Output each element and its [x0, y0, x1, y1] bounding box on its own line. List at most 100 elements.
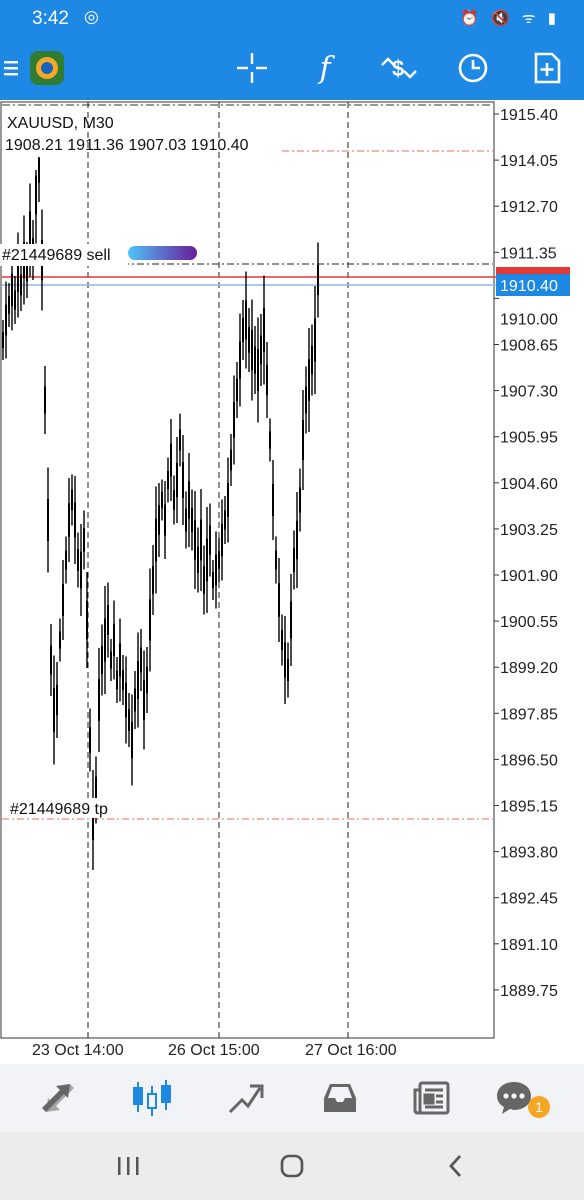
candle-body — [89, 727, 91, 753]
candle-body — [143, 680, 145, 720]
history-clock-icon[interactable] — [448, 36, 498, 100]
messages-badge-count: 1 — [535, 1099, 543, 1115]
new-order-icon[interactable] — [522, 36, 572, 100]
candle-body — [5, 304, 7, 336]
candle-body — [287, 659, 289, 681]
time-scale[interactable]: 23 Oct 14:00 26 Oct 15:00 27 Oct 16:00 — [32, 1042, 397, 1059]
crosshair-icon[interactable] — [227, 36, 277, 100]
candle-body — [317, 265, 319, 295]
price-tick-label: 1896.50 — [500, 752, 558, 769]
candle-body — [173, 490, 175, 510]
trade-nav-icon[interactable] — [216, 1064, 276, 1132]
price-tick-label: 1911.35 — [500, 245, 557, 262]
candle-body — [281, 629, 283, 651]
price-tick-label: 1889.75 — [500, 983, 558, 1000]
trade-icon[interactable]: $ — [374, 36, 424, 100]
price-tick-label: 1910.00 — [500, 311, 558, 328]
candle-body — [314, 318, 316, 362]
candle-body — [101, 645, 103, 675]
candle-body — [284, 642, 286, 678]
candle-body — [236, 378, 238, 402]
price-tick-label: 1899.20 — [500, 660, 558, 677]
candle-body — [131, 721, 133, 759]
candle-body — [257, 349, 259, 391]
tp-order-label: #21449689 tp — [10, 801, 108, 818]
candle-body — [29, 211, 31, 249]
candle-body — [248, 327, 250, 353]
candle-body — [254, 346, 256, 374]
candle-body — [137, 661, 139, 699]
candle-body — [218, 551, 220, 569]
price-tick-label: 1905.95 — [500, 430, 558, 447]
price-tick-label: 1891.10 — [500, 937, 558, 954]
candle-body — [125, 682, 127, 718]
history-icon[interactable] — [310, 1064, 370, 1132]
candle-body — [266, 364, 268, 396]
sell-profit-bar[interactable] — [128, 246, 197, 260]
candle-body — [20, 274, 22, 296]
candle-body — [191, 507, 193, 533]
symbol-header: XAUUSD, M30 — [7, 115, 114, 132]
candle-body — [260, 335, 262, 365]
price-chart[interactable]: XAUUSD, M30 1908.21 1911.36 1907.03 1910… — [0, 100, 584, 1060]
candle-body — [176, 462, 178, 498]
candle-body — [65, 550, 67, 570]
candle-body — [35, 175, 37, 215]
home-icon[interactable] — [272, 1150, 312, 1182]
candle-body — [68, 503, 70, 537]
quotes-icon[interactable] — [28, 1064, 88, 1132]
candle-body — [155, 518, 157, 562]
price-scale[interactable]: 1915.40 1914.05 1912.70 1911.35 1908.65 1907.… — [494, 107, 558, 1000]
candle-body — [86, 600, 88, 640]
whatsapp-notification-icon: ◎ — [84, 7, 99, 26]
candle-body — [209, 525, 211, 555]
candle-body — [215, 554, 217, 586]
news-icon[interactable] — [402, 1064, 462, 1132]
candle-body — [128, 709, 130, 731]
candle-body — [83, 528, 85, 552]
price-tick-label: 1901.90 — [500, 568, 558, 585]
candle-body — [152, 566, 154, 594]
svg-text:$: $ — [392, 56, 404, 81]
candle-body — [11, 273, 13, 307]
candle-body — [302, 420, 304, 460]
price-tick-label: 1915.40 — [500, 107, 558, 124]
candle-body — [170, 443, 172, 477]
candle-body — [290, 601, 292, 639]
candle-body — [239, 341, 241, 379]
candle-body — [2, 332, 4, 348]
indicators-icon[interactable]: f — [300, 36, 350, 100]
time-tick-label: 23 Oct 14:00 — [32, 1042, 124, 1059]
candle-body — [47, 499, 49, 541]
candle-body — [188, 481, 190, 519]
candle-body — [38, 157, 40, 183]
candle-body — [269, 431, 271, 449]
candle-body — [203, 566, 205, 594]
candle-body — [311, 345, 313, 375]
candle-body — [77, 549, 79, 571]
recent-apps-icon[interactable] — [108, 1150, 148, 1182]
price-tick-label: 1900.55 — [500, 614, 558, 631]
candle-body — [62, 584, 64, 616]
back-icon[interactable] — [436, 1150, 476, 1182]
candle-body — [161, 491, 163, 509]
menu-icon[interactable] — [0, 36, 22, 100]
bottom-navigation: 1 — [0, 1064, 584, 1132]
candle-body — [197, 547, 199, 573]
price-tick-label: 1897.85 — [500, 706, 558, 723]
chart-icon[interactable] — [122, 1064, 182, 1132]
price-tick-label: 1895.15 — [500, 799, 558, 816]
candle-body — [293, 548, 295, 572]
candle-body — [206, 538, 208, 582]
candle-body — [233, 402, 235, 438]
candle-body — [116, 670, 118, 690]
candle-body — [224, 510, 226, 530]
candle-body — [230, 449, 232, 471]
system-navigation-bar — [0, 1132, 584, 1200]
candle-body — [107, 605, 109, 635]
price-tick-label: 1893.80 — [500, 845, 558, 862]
candle-body — [251, 329, 253, 371]
chart-canvas[interactable]: XAUUSD, M30 1908.21 1911.36 1907.03 1910… — [0, 100, 584, 1060]
price-tick-label: 1912.70 — [500, 199, 558, 216]
app-logo-icon — [22, 36, 72, 100]
